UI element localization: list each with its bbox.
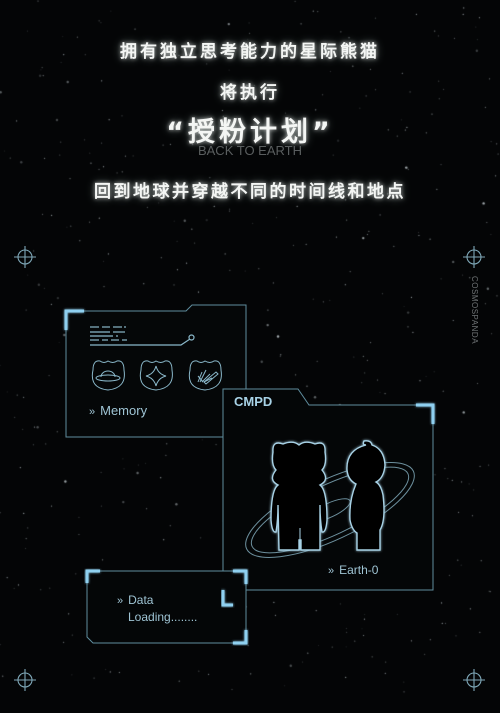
hud-graphics (14, 246, 485, 691)
memory-label: » Memory (89, 403, 148, 418)
cmpd-title: CMPD (234, 394, 273, 409)
crosshair-icon-right (463, 246, 485, 268)
cmpd-panel (222, 388, 435, 591)
earth-label: » Earth-0 (328, 563, 379, 577)
crosshair-icon-left (14, 246, 36, 268)
chevron-icon: » (328, 565, 335, 577)
crosshair-icon-bottom-right (463, 669, 485, 691)
chevron-icon: » (117, 595, 124, 607)
data-loading-label: » Data Loading........ (117, 593, 198, 624)
panda-silhouette-front (270, 441, 328, 551)
chevron-icon: » (89, 406, 96, 418)
crosshair-icon-bottom-left (14, 669, 36, 691)
